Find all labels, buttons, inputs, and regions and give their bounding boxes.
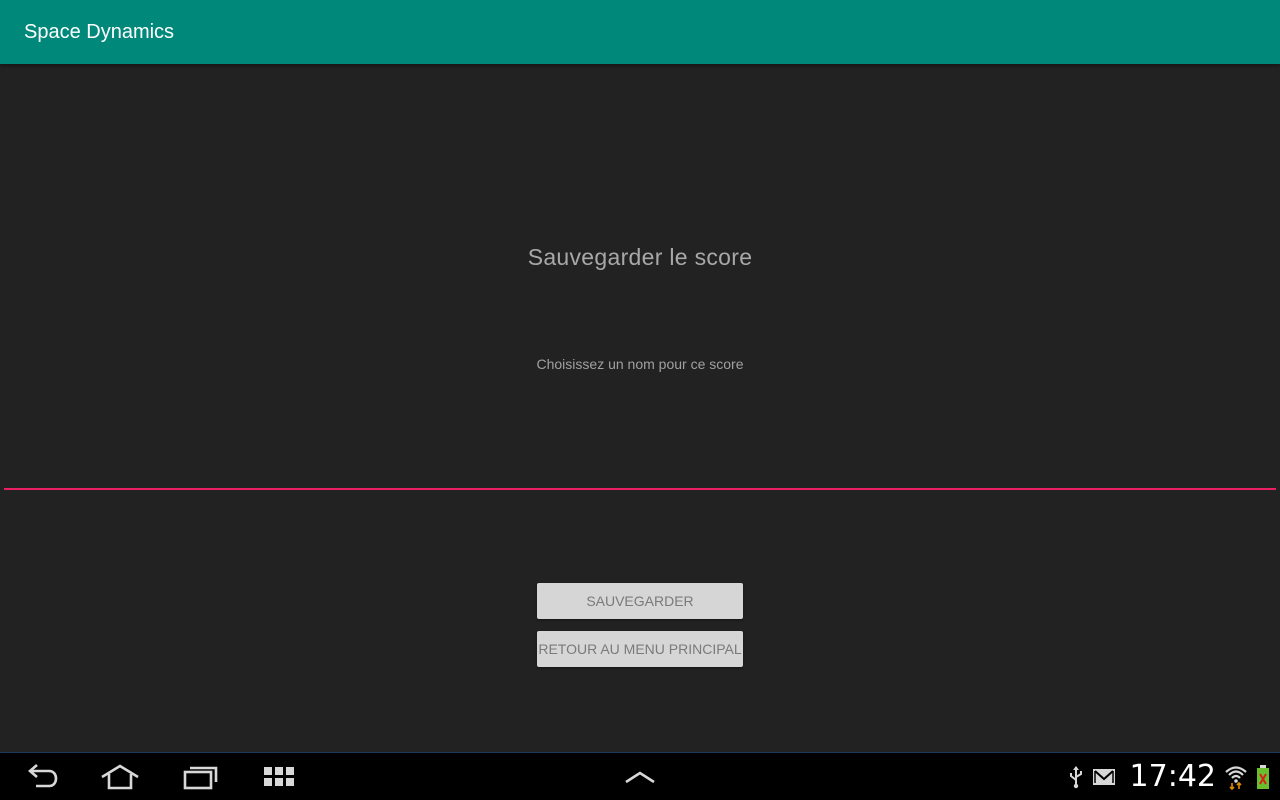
status-clock: 17:42	[1129, 759, 1216, 794]
score-name-input[interactable]	[4, 454, 1276, 490]
save-score-content: Sauvegarder le score Choisissez un nom p…	[0, 64, 1280, 754]
chevron-up-icon[interactable]	[618, 761, 662, 793]
name-prompt-label: Choisissez un nom pour ce score	[536, 356, 744, 372]
system-navigation-bar: 17:42	[0, 752, 1280, 800]
apps-grid-icon[interactable]	[258, 761, 302, 793]
recent-apps-icon[interactable]	[178, 761, 222, 793]
wifi-icon	[1224, 764, 1248, 790]
page-title: Sauvegarder le score	[527, 244, 753, 270]
status-area: 17:42	[1060, 753, 1270, 800]
app-title: Space Dynamics	[24, 21, 175, 43]
action-bar: Space Dynamics	[0, 0, 1280, 64]
back-icon[interactable]	[20, 761, 64, 793]
back-to-main-menu-button[interactable]: RETOUR AU MENU PRINCIPAL	[537, 631, 743, 667]
gmail-icon	[1092, 767, 1116, 787]
app-screen: Space Dynamics Sauvegarder le score Choi…	[0, 0, 1280, 800]
battery-icon	[1256, 764, 1270, 790]
usb-icon	[1068, 765, 1084, 789]
home-icon[interactable]	[98, 761, 142, 793]
save-button[interactable]: SAUVEGARDER	[537, 583, 743, 619]
